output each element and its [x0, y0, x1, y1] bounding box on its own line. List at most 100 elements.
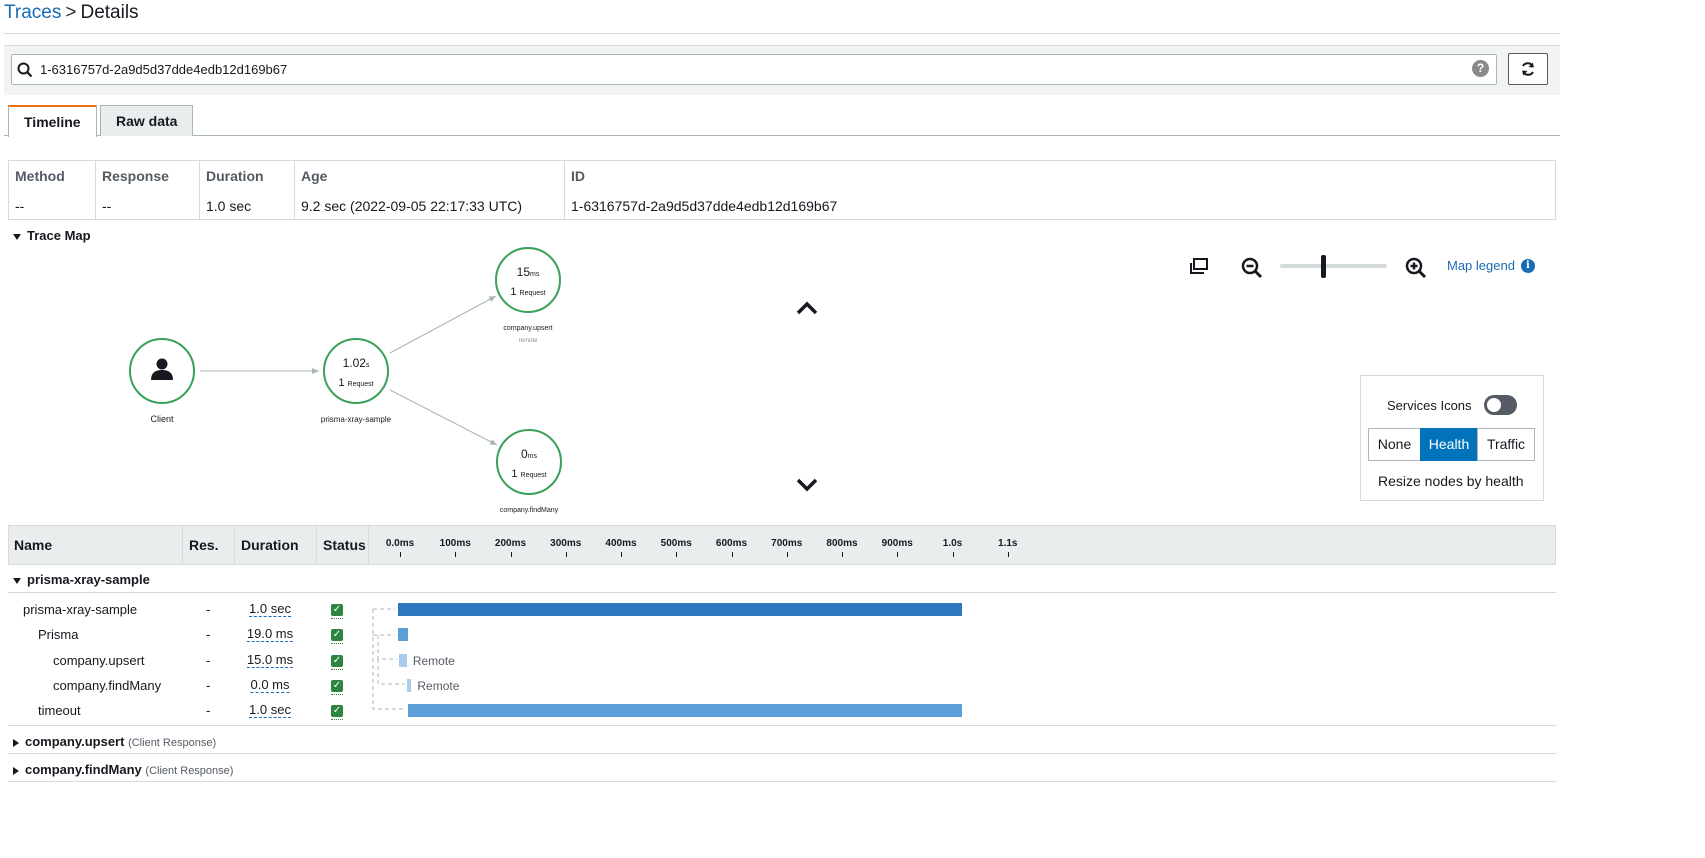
trace-map-toggle[interactable]: Trace Map	[13, 228, 91, 243]
status-ok-icon: ✓	[331, 629, 343, 641]
axis-tick-label: 1.1s	[998, 538, 1018, 549]
toggle-knob	[1487, 398, 1501, 412]
node-service-label: prisma-xray-sample	[321, 415, 392, 424]
summary-col-duration: Duration 1.0 sec	[200, 161, 295, 219]
segment-tree-connectors	[372, 608, 405, 710]
chevron-up-icon[interactable]	[796, 300, 818, 316]
axis-tick-label: 200ms	[494, 538, 527, 549]
axis-tick-label: 400ms	[605, 538, 637, 549]
summary-value: 9.2 sec (2022-09-05 22:17:33 UTC)	[301, 198, 523, 214]
node-company-findmany[interactable]: 0ms 1 Request company.findMany	[496, 429, 562, 514]
segment-bar[interactable]	[408, 704, 962, 717]
axis-tick-mark	[621, 552, 622, 557]
segment-response: -	[206, 703, 211, 718]
resize-nodes-label: Resize nodes by health	[1378, 473, 1524, 489]
segment-name[interactable]: company.findMany	[53, 678, 161, 693]
col-res[interactable]: Res.	[183, 525, 235, 565]
zoom-slider-track[interactable]	[1280, 264, 1387, 268]
group-sublabel: (Client Response)	[128, 737, 217, 749]
summary-header: ID	[571, 168, 585, 184]
tab-timeline[interactable]: Timeline	[8, 105, 97, 137]
node-latency: 1.02	[343, 356, 367, 370]
axis-tick-label: 1.0s	[942, 538, 963, 549]
summary-value: 1-6316757d-2a9d5d37dde4edb12d169b67	[571, 198, 838, 214]
chevron-down-icon[interactable]	[796, 477, 818, 493]
group-company-findmany[interactable]: company.findMany (Client Response)	[13, 762, 233, 777]
axis-tick-mark	[1007, 552, 1009, 557]
segment-duration[interactable]: 0.0 ms	[250, 678, 290, 693]
status-ok-icon: ✓	[331, 705, 343, 717]
node-request-count: 1	[338, 377, 344, 389]
segment-name[interactable]: timeout	[38, 703, 81, 718]
axis-tick-label: 100ms	[439, 538, 471, 549]
axis-tick-label: 500ms	[660, 538, 692, 549]
node-latency-unit: ms	[530, 271, 540, 278]
segment-name[interactable]: Prisma	[38, 627, 78, 642]
segment-response: -	[206, 602, 211, 617]
services-icons-label: Services Icons	[1387, 398, 1472, 413]
segment-response: -	[206, 678, 211, 693]
zoom-slider-handle[interactable]	[1320, 255, 1326, 278]
segment-name[interactable]: company.upsert	[53, 653, 145, 668]
caret-down-icon	[13, 577, 21, 584]
map-legend-link[interactable]: Map legend i	[1447, 258, 1535, 273]
axis-tick-mark	[676, 552, 678, 557]
trace-map-graph[interactable]: Client 1.02s 1 Request prisma-xray-sampl…	[100, 240, 660, 525]
segment-duration[interactable]: 19.0 ms	[246, 627, 294, 642]
segment-duration[interactable]: 15.0 ms	[246, 653, 294, 668]
node-upsert-label: company.upsert	[503, 325, 552, 332]
node-latency: 15	[517, 265, 531, 279]
map-legend-label: Map legend	[1447, 258, 1515, 273]
search-value[interactable]: 1-6316757d-2a9d5d37dde4edb12d169b67	[40, 62, 287, 77]
summary-col-id: ID 1-6316757d-2a9d5d37dde4edb12d169b67	[565, 161, 1555, 219]
group-prisma-xray-sample[interactable]: prisma-xray-sample	[13, 572, 150, 587]
services-icons-toggle[interactable]	[1484, 395, 1517, 415]
axis-tick-mark	[897, 552, 899, 557]
col-name[interactable]: Name	[8, 525, 183, 565]
zoom-out-icon[interactable]	[1240, 256, 1264, 280]
refresh-button[interactable]	[1508, 53, 1548, 85]
summary-value: --	[15, 198, 25, 214]
summary-header: Duration	[206, 168, 264, 184]
tab-raw-data[interactable]: Raw data	[100, 105, 194, 136]
col-status[interactable]: Status	[317, 525, 369, 565]
info-icon: i	[1520, 258, 1535, 273]
breadcrumb-traces-link[interactable]: Traces	[4, 2, 61, 23]
group-divider	[8, 753, 1556, 754]
segment-duration[interactable]: 1.0 sec	[249, 703, 291, 718]
zoom-in-icon[interactable]	[1404, 256, 1428, 280]
group-label: company.upsert	[25, 734, 125, 749]
summary-col-response: Response --	[96, 161, 200, 219]
axis-tick-mark	[510, 552, 512, 557]
node-prisma-xray-sample[interactable]: 1.02s 1 Request prisma-xray-sample	[321, 338, 392, 424]
segment-bar[interactable]	[398, 603, 962, 616]
segment-duration[interactable]: 1.0 sec	[249, 602, 291, 617]
refresh-icon	[1522, 62, 1534, 76]
col-duration[interactable]: Duration	[235, 525, 317, 565]
segment-name[interactable]: prisma-xray-sample	[23, 602, 137, 617]
status-ok-icon: ✓	[331, 655, 343, 667]
axis-tick-label: 800ms	[826, 538, 858, 549]
summary-header: Response	[102, 168, 169, 184]
segment-traffic[interactable]: Traffic	[1477, 428, 1535, 461]
node-client-label: Client	[150, 414, 174, 424]
group-label: company.findMany	[25, 762, 142, 777]
segment-response: -	[206, 627, 211, 642]
breadcrumb: Traces > Details	[4, 2, 139, 24]
node-latency-unit: s	[366, 362, 370, 369]
summary-header: Age	[301, 168, 328, 184]
axis-tick-label: 0.0ms	[385, 538, 415, 549]
node-findmany-label: company.findMany	[500, 507, 559, 514]
svg-text:1.02s: 1.02s	[343, 356, 370, 370]
fit-view-icon[interactable]	[1189, 257, 1209, 275]
segment-health[interactable]: Health	[1420, 428, 1478, 461]
group-company-upsert[interactable]: company.upsert (Client Response)	[13, 734, 216, 749]
axis-tick-mark	[731, 552, 733, 557]
node-company-upsert[interactable]: 15ms 1 Request company.upsert remote	[495, 247, 561, 344]
node-client[interactable]: Client	[129, 338, 195, 424]
status-ok-icon: ✓	[331, 604, 343, 616]
segment-none[interactable]: None	[1368, 428, 1421, 461]
header-divider	[4, 33, 1560, 34]
summary-col-method: Method --	[9, 161, 96, 219]
help-icon[interactable]: ?	[1472, 60, 1489, 77]
